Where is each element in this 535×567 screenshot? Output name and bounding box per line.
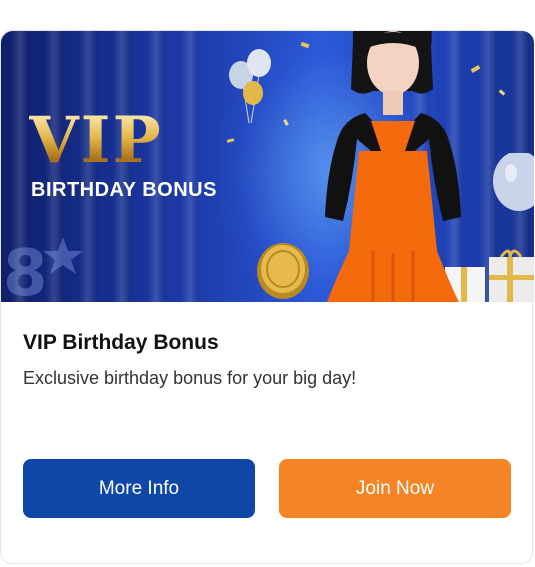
- svg-text:8: 8: [3, 237, 48, 302]
- balloons-icon: [229, 49, 271, 124]
- join-now-button[interactable]: Join Now: [279, 459, 511, 518]
- banner-background: 8 VIP BIRTHDAY BONUS: [1, 31, 534, 302]
- promotion-description: Exclusive birthday bonus for your big da…: [23, 368, 357, 388]
- banner-subtitle: BIRTHDAY BONUS: [31, 179, 217, 201]
- model-photo: [325, 31, 461, 302]
- more-info-button[interactable]: More Info: [23, 459, 255, 518]
- brand-watermark-icon: 8: [3, 237, 83, 302]
- promotion-banner[interactable]: 8 VIP BIRTHDAY BONUS: [1, 31, 534, 302]
- promotion-title: VIP Birthday Bonus: [23, 331, 219, 354]
- gold-coin-icon: [257, 243, 309, 299]
- banner-vip-text: VIP: [29, 103, 163, 178]
- promotion-card: 8 VIP BIRTHDAY BONUS VIP Birthday Bonus …: [0, 30, 534, 564]
- balloon-icon: [493, 153, 534, 211]
